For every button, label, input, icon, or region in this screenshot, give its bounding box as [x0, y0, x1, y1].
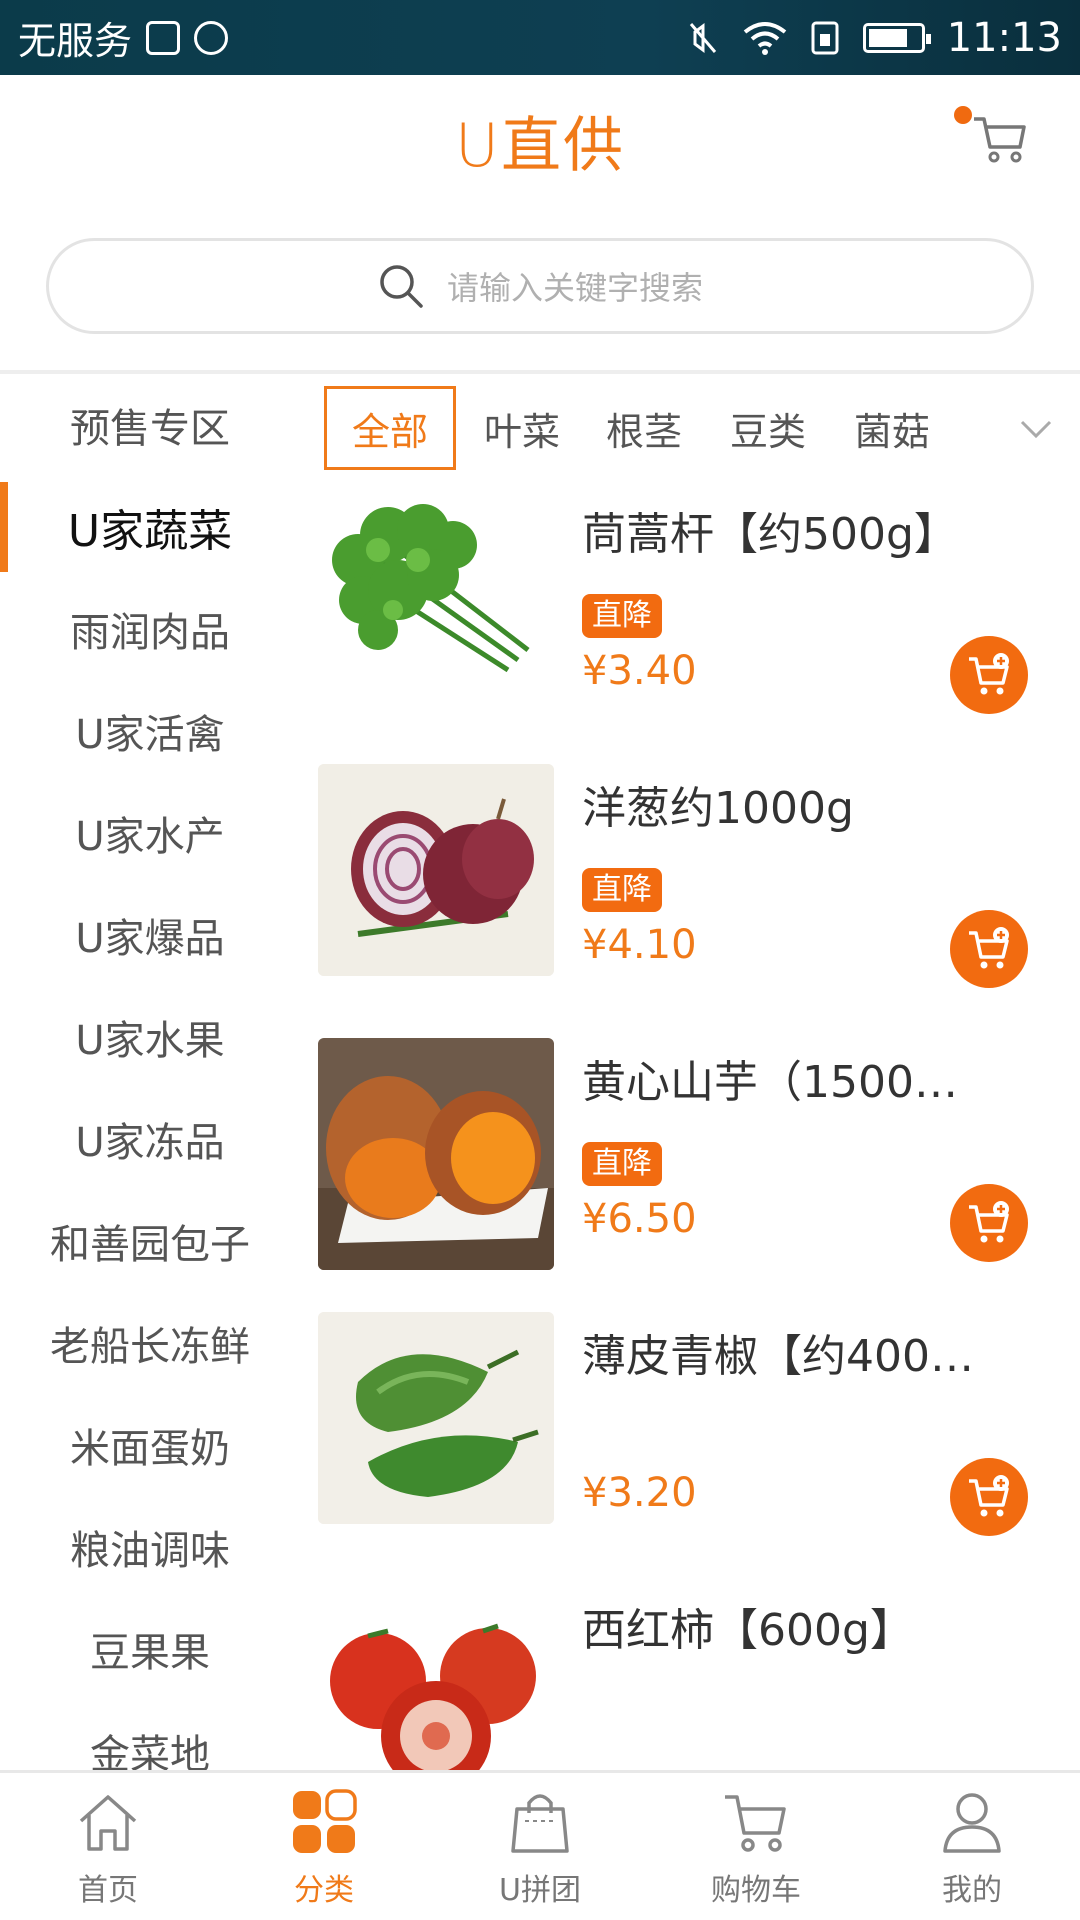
- status-right: 11:13: [685, 15, 1062, 61]
- discount-badge: 直降: [582, 868, 662, 912]
- product-name: 薄皮青椒【约400g】: [582, 1331, 982, 1382]
- status-bar: 无服务 11:13: [0, 0, 1080, 75]
- tab-all[interactable]: 全部: [324, 386, 456, 470]
- product-name: 西红柿【600g】: [582, 1605, 914, 1656]
- discount-badge: 直降: [582, 1142, 662, 1186]
- product-image-tomato: [318, 1586, 554, 1770]
- clock: 11:13: [946, 14, 1062, 61]
- product-image-sweet-potato: [318, 1038, 554, 1270]
- carrier-label: 无服务: [18, 19, 133, 63]
- sidebar-item-vegetables[interactable]: U家蔬菜: [0, 476, 300, 578]
- group-buy-icon: [511, 1794, 569, 1853]
- add-to-cart-button[interactable]: [950, 636, 1028, 714]
- sidebar-item-frozen[interactable]: U家冻品: [0, 1088, 300, 1190]
- battery-icon: [862, 22, 931, 53]
- nav-group-buy[interactable]: U拼团: [432, 1773, 648, 1920]
- add-cart-icon: [969, 653, 1009, 695]
- add-to-cart-button[interactable]: [950, 910, 1028, 988]
- tab-root[interactable]: 根茎: [592, 386, 696, 470]
- sidebar-item-buns[interactable]: 和善园包子: [0, 1190, 300, 1292]
- sidebar-item-presale[interactable]: 预售专区: [0, 374, 300, 476]
- search-input[interactable]: 请输入关键字搜索: [46, 238, 1034, 334]
- profile-icon: [943, 1793, 1001, 1853]
- cart-icon[interactable]: [970, 109, 1030, 169]
- add-to-cart-button[interactable]: [950, 1458, 1028, 1536]
- add-cart-icon: [969, 1201, 1009, 1243]
- sidebar-item-doguoguo[interactable]: 豆果果: [0, 1598, 300, 1700]
- add-cart-icon: [969, 1475, 1009, 1517]
- nav-category[interactable]: 分类: [216, 1773, 432, 1920]
- tab-leafy[interactable]: 叶菜: [470, 386, 574, 470]
- status-left: 无服务: [18, 10, 229, 65]
- page-title: U直供: [455, 111, 625, 181]
- chevron-down-icon[interactable]: [1016, 408, 1056, 448]
- sidebar-item-captain-frozen[interactable]: 老船长冻鲜: [0, 1292, 300, 1394]
- product-item[interactable]: 薄皮青椒【约400g】 ¥3.20: [318, 1306, 1080, 1560]
- product-item[interactable]: 黄心山芋（1500g） 直降 ¥6.50: [318, 1032, 1080, 1286]
- mute-icon: [689, 22, 716, 53]
- product-item[interactable]: 西红柿【600g】: [318, 1580, 1080, 1770]
- subcategory-tabs: 全部 叶菜 根茎 豆类 菌菇: [320, 386, 1080, 474]
- nav-label: 我的: [942, 1873, 1002, 1908]
- screenshot-icon: [146, 20, 181, 55]
- sidebar-item-fruit[interactable]: U家水果: [0, 986, 300, 1088]
- product-image-crown-daisy: [318, 490, 554, 702]
- tab-mushroom[interactable]: 菌菇: [840, 386, 944, 470]
- sidebar-item-oil-seasoning[interactable]: 粮油调味: [0, 1496, 300, 1598]
- category-icon: [293, 1789, 357, 1853]
- sidebar-item-meat[interactable]: 雨润肉品: [0, 578, 300, 680]
- product-price: ¥6.50: [582, 1196, 697, 1242]
- add-cart-icon: [969, 927, 1009, 969]
- cart-icon: [725, 1795, 786, 1852]
- nav-home[interactable]: 首页: [0, 1773, 216, 1920]
- sim-icon: [811, 21, 839, 54]
- nav-profile[interactable]: 我的: [864, 1773, 1080, 1920]
- bottom-nav: 首页 分类 U拼团 购物车 我的: [0, 1770, 1080, 1920]
- sidebar-item-staples[interactable]: 米面蛋奶: [0, 1394, 300, 1496]
- home-icon: [79, 1795, 137, 1851]
- product-item[interactable]: 茼蒿杆【约500g】 直降 ¥3.40: [318, 484, 1080, 738]
- product-item[interactable]: 洋葱约1000g 直降 ¥4.10: [318, 758, 1080, 1012]
- nav-label: U拼团: [499, 1873, 581, 1908]
- tab-beans[interactable]: 豆类: [716, 386, 820, 470]
- nav-label: 分类: [294, 1873, 354, 1908]
- search-placeholder: 请输入关键字搜索: [446, 269, 703, 307]
- wifi-icon: [743, 21, 786, 55]
- product-image-onion: [318, 764, 554, 976]
- sidebar-item-poultry[interactable]: U家活禽: [0, 680, 300, 782]
- add-to-cart-button[interactable]: [950, 1184, 1028, 1262]
- sidebar-item-jincaidi[interactable]: 金菜地: [0, 1700, 300, 1770]
- nav-label: 购物车: [711, 1873, 801, 1908]
- sync-icon: [194, 20, 229, 55]
- header: U直供: [0, 75, 1080, 235]
- discount-badge: 直降: [582, 594, 662, 638]
- sidebar-item-seafood[interactable]: U家水产: [0, 782, 300, 884]
- nav-label: 首页: [78, 1873, 138, 1908]
- sidebar-item-hot[interactable]: U家爆品: [0, 884, 300, 986]
- category-sidebar: 预售专区 U家蔬菜 雨润肉品 U家活禽 U家水产 U家爆品 U家水果 U家冻品 …: [0, 374, 300, 1770]
- product-price: ¥3.40: [582, 648, 697, 694]
- product-list: 茼蒿杆【约500g】 直降 ¥3.40 洋葱约1000g 直降 ¥4.10 黄心…: [318, 484, 1080, 1770]
- product-price: ¥3.20: [582, 1470, 697, 1516]
- product-name: 黄心山芋（1500g）: [582, 1057, 982, 1108]
- product-name: 茼蒿杆【约500g】: [582, 509, 958, 560]
- product-image-green-pepper: [318, 1312, 554, 1524]
- nav-cart[interactable]: 购物车: [648, 1773, 864, 1920]
- product-name: 洋葱约1000g: [582, 783, 854, 834]
- search-icon: [380, 265, 423, 308]
- product-price: ¥4.10: [582, 922, 697, 968]
